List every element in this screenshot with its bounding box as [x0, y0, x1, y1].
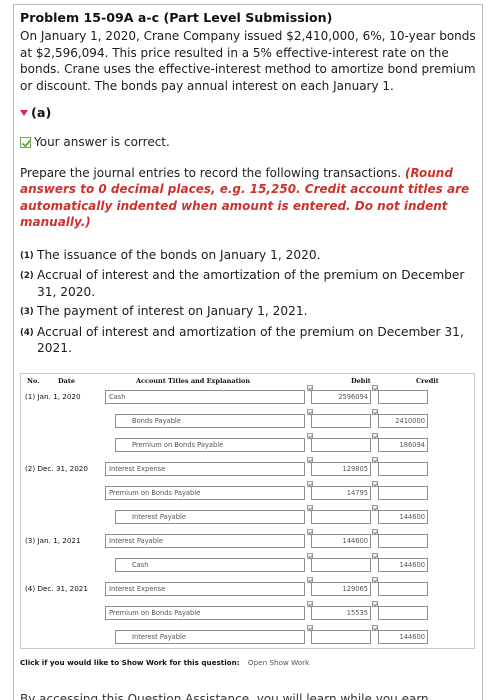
- answer-status: Your answer is correct.: [20, 135, 170, 149]
- debit-input[interactable]: 15535: [311, 606, 371, 620]
- credit-input[interactable]: 144600: [378, 630, 428, 644]
- header-account: Account Titles and Explanation: [136, 377, 251, 385]
- instructions: Prepare the journal entries to record th…: [20, 165, 478, 231]
- account-title-input[interactable]: Interest Payable: [105, 534, 305, 548]
- task-number: (4): [20, 327, 34, 338]
- open-show-work-link[interactable]: Open Show Work: [248, 658, 309, 667]
- task-item: (1) The issuance of the bonds on January…: [20, 247, 478, 264]
- entry-date-label: (4) Dec. 31, 2021: [25, 584, 88, 593]
- debit-input[interactable]: [311, 558, 371, 572]
- header-credit: Credit: [416, 377, 439, 385]
- entry-date-label: (1) Jan. 1, 2020: [25, 392, 81, 401]
- credit-input[interactable]: [378, 606, 428, 620]
- instructions-lead: Prepare the journal entries to record th…: [20, 166, 405, 180]
- account-title-input[interactable]: Bonds Payable: [115, 414, 305, 428]
- account-title-input[interactable]: Cash: [105, 390, 305, 404]
- debit-input[interactable]: [311, 438, 371, 452]
- task-number: (2): [20, 271, 34, 282]
- check-icon: [20, 136, 31, 148]
- status-text: Your answer is correct.: [34, 135, 170, 149]
- header-debit: Debit: [351, 377, 371, 385]
- account-title-input[interactable]: Premium on Bonds Payable: [105, 486, 305, 500]
- credit-input[interactable]: [378, 462, 428, 476]
- credit-input[interactable]: [378, 486, 428, 500]
- task-text: Accrual of interest and the amortization…: [37, 268, 465, 299]
- task-text: The payment of interest on January 1, 20…: [37, 304, 308, 319]
- credit-input[interactable]: [378, 534, 428, 548]
- journal-entry-table: No. Date Account Titles and Explanation …: [20, 373, 475, 649]
- debit-input[interactable]: [311, 510, 371, 524]
- account-title-input[interactable]: Premium on Bonds Payable: [115, 438, 305, 452]
- credit-input[interactable]: [378, 390, 428, 404]
- part-label: (a): [31, 106, 52, 121]
- debit-input[interactable]: 129805: [311, 462, 371, 476]
- task-item: (3) The payment of interest on January 1…: [20, 303, 478, 320]
- credit-input[interactable]: 144600: [378, 558, 428, 572]
- account-title-input[interactable]: Premium on Bonds Payable: [105, 606, 305, 620]
- entry-date-label: (3) Jan. 1, 2021: [25, 536, 81, 545]
- header-date: Date: [58, 377, 75, 385]
- task-number: (1): [20, 251, 34, 261]
- show-work-prompt: Click if you would like to Show Work for…: [20, 658, 240, 667]
- problem-panel: Problem 15-09A a-c (Part Level Submissio…: [13, 4, 483, 700]
- question-assistance-text: By accessing this Question Assistance, y…: [20, 692, 429, 700]
- task-text: Accrual of interest and amortization of …: [37, 324, 464, 356]
- account-title-input[interactable]: Cash: [115, 558, 305, 572]
- task-item: (4) Accrual of interest and amortization…: [20, 324, 478, 357]
- debit-input[interactable]: 129065: [311, 582, 371, 596]
- collapse-triangle-icon[interactable]: [20, 110, 28, 116]
- task-item: (2) Accrual of interest and the amortiza…: [20, 267, 478, 300]
- task-number: (3): [20, 307, 34, 318]
- problem-text: On January 1, 2020, Crane Company issued…: [20, 29, 476, 93]
- task-text: The issuance of the bonds on January 1, …: [37, 248, 321, 262]
- debit-input[interactable]: [311, 630, 371, 644]
- credit-input[interactable]: 2410000: [378, 414, 428, 428]
- account-title-input[interactable]: Interest Expense: [105, 582, 305, 596]
- account-title-input[interactable]: Interest Payable: [115, 510, 305, 524]
- account-title-input[interactable]: Interest Payable: [115, 630, 305, 644]
- debit-input[interactable]: 14795: [311, 486, 371, 500]
- problem-title: Problem 15-09A a-c (Part Level Submissio…: [20, 10, 333, 25]
- credit-input[interactable]: 186094: [378, 438, 428, 452]
- entry-date-label: (2) Dec. 31, 2020: [25, 464, 88, 473]
- debit-input[interactable]: [311, 414, 371, 428]
- credit-input[interactable]: 144600: [378, 510, 428, 524]
- debit-input[interactable]: 2596094: [311, 390, 371, 404]
- task-list: (1) The issuance of the bonds on January…: [20, 247, 478, 359]
- credit-input[interactable]: [378, 582, 428, 596]
- header-no: No.: [27, 377, 40, 385]
- show-work-row: Click if you would like to Show Work for…: [20, 658, 309, 667]
- account-title-input[interactable]: Interest Expense: [105, 462, 305, 476]
- debit-input[interactable]: 144600: [311, 534, 371, 548]
